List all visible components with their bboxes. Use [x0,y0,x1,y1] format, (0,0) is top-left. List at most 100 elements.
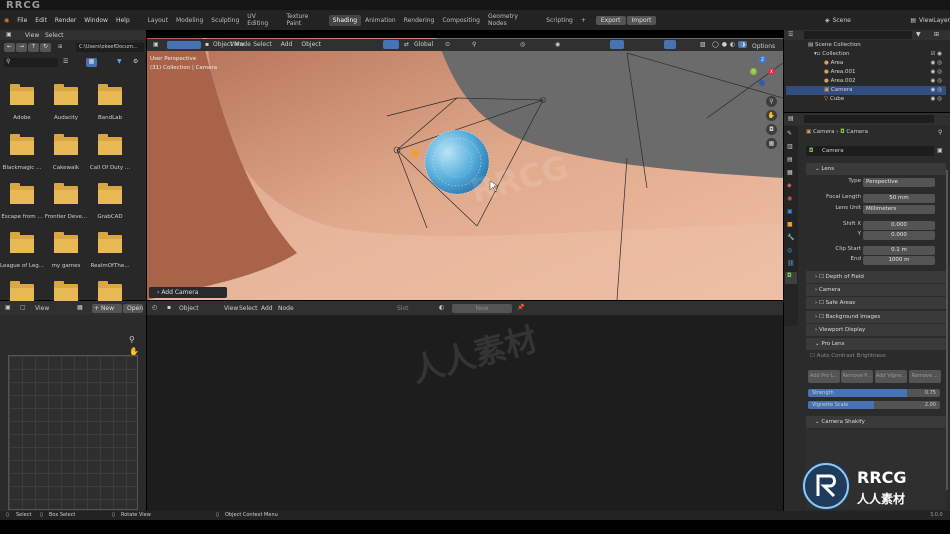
tool-tab-icon[interactable]: ✎ [787,130,792,137]
add-pro-lens-button[interactable]: Add Pro L... [808,370,840,383]
folder-item[interactable]: my games [44,232,88,279]
viewport-options-button[interactable]: Options [752,43,775,50]
world-tab-icon[interactable]: ◉ [787,195,792,202]
outliner-row[interactable]: ▾▫ Collection ☑ ◉ [800,50,946,59]
folder-item[interactable]: League of Leg... [0,232,44,279]
folder-item[interactable]: Blackmagic ... [0,134,44,181]
viewport-editor-icon[interactable]: ▣ [153,41,159,48]
perspective-toggle-icon[interactable]: ▦ [766,138,777,149]
vp-select-menu[interactable]: Select [253,41,272,48]
last-operator-panel[interactable]: › Add Camera [149,287,227,298]
folder-item[interactable]: Escape from ... [0,183,44,230]
folder-item[interactable]: Audacity [44,84,88,131]
visibility-eye-icon[interactable]: ◉ ◎ [931,68,942,77]
camera-datablock-field[interactable]: ◘ Camera [806,146,934,156]
outliner-row[interactable]: ● Area.001 ◉ ◎ [800,68,946,77]
select-mode-buttons[interactable] [167,41,201,49]
orientation-icon[interactable] [383,40,399,49]
collection-tab-icon[interactable]: ▣ [787,208,793,215]
rendered-shading-icon[interactable]: ◑ [738,41,748,48]
visibility-eye-icon[interactable]: ☑ ◉ [931,50,942,59]
folder-item[interactable]: BandLab [88,84,132,131]
ne-view-menu[interactable]: View [224,305,238,312]
new-collection-icon[interactable]: ⊞ [934,31,939,38]
type-dropdown[interactable]: Perspective [863,178,935,187]
tab-animation[interactable]: Animation [361,15,400,26]
remove-pro-lens-button[interactable]: Remove P... [841,370,873,383]
panel-pro-lens[interactable]: ⌄ Pro Lens [806,338,946,350]
remove-vignette-button[interactable]: Remove ... [909,370,941,383]
filter-icon[interactable]: ▼ [117,58,122,65]
wireframe-shading-icon[interactable]: ◯ [712,41,719,48]
physics-tab-icon[interactable]: ◎ [787,247,792,254]
pivot-icon[interactable]: ⊙ [445,41,450,48]
view-layer-name[interactable]: ViewLayer [919,17,950,24]
folder-item[interactable]: Cakewalk [44,134,88,181]
material-new-button[interactable]: New [452,304,512,313]
panel-lens[interactable]: ⌄ Lens [806,163,946,175]
scene-tab-icon[interactable]: ◆ [787,182,792,189]
properties-type-icon[interactable]: ▤ [788,115,794,122]
pin-icon[interactable]: 📌 [517,304,524,311]
image-editor-type-icon[interactable]: ▣ [5,304,11,311]
unlink-icon[interactable]: ▣ [937,147,943,154]
panel-viewport-display[interactable]: › Viewport Display [806,324,946,336]
xray-icon[interactable]: ▧ [700,41,706,48]
auto-contrast-checkbox[interactable]: ☐ Auto Contrast Brightness [810,353,886,359]
strength-slider[interactable]: Strength 0.75 [808,389,940,397]
import-button[interactable]: Import [626,15,657,25]
outliner-search-field[interactable] [804,31,912,39]
shader-type-dropdown[interactable]: Object [179,305,199,312]
outliner-type-icon[interactable]: ☰ [788,31,793,38]
navigation-gizmo[interactable]: Z Y X [747,56,779,90]
search-field[interactable]: ⚲ [4,58,58,67]
scene-name[interactable]: Scene [833,17,851,24]
menu-edit[interactable]: Edit [31,17,51,24]
ne-node-menu[interactable]: Node [278,305,294,312]
view-layer-tab-icon[interactable]: ▦ [787,169,793,176]
tab-scripting[interactable]: Scripting [542,15,577,26]
transform-dropdown[interactable]: Global [414,41,433,48]
properties-search-field[interactable] [804,115,934,123]
render-tab-icon[interactable]: ▥ [787,143,793,150]
material-browse-icon[interactable]: ◐ [439,304,444,311]
vp-view-menu[interactable]: View [230,41,244,48]
camera-data-tab-icon[interactable]: ◘ [785,272,797,284]
path-field[interactable]: C:\Users\okeefDocum... [76,43,144,52]
fb-select-menu[interactable]: Select [45,32,64,39]
properties-scrollbar[interactable] [946,170,948,490]
lens-unit-dropdown[interactable]: Millimeters [863,205,935,214]
overlay-toggle-icon[interactable] [664,40,676,49]
axis-neg-z-icon[interactable] [759,80,765,86]
breadcrumb-object[interactable]: Camera [813,129,835,135]
outliner-row[interactable]: ● Area.002 ◉ ◎ [800,77,946,86]
axis-z-icon[interactable]: Z [759,56,766,63]
snap-icon[interactable]: ⚲ [472,41,476,48]
modifier-tab-icon[interactable]: 🔧 [787,234,794,241]
zoom-icon[interactable]: ⚲ [129,335,135,344]
clip-end-field[interactable]: 1000 m [863,256,935,265]
image-open-button[interactable]: Open [123,304,143,313]
tab-uv-editing[interactable]: UV Editing [243,11,282,29]
shift-x-field[interactable]: 0.000 [863,221,935,230]
add-vignette-button[interactable]: Add Vigne... [875,370,907,383]
outliner-row[interactable]: ● Area ◉ ◎ [800,59,946,68]
folder-item[interactable]: GrabCAD [88,183,132,230]
image-new-button[interactable]: + New [92,304,122,313]
tab-rendering[interactable]: Rendering [400,15,439,26]
menu-render[interactable]: Render [51,17,80,24]
folder-item[interactable]: Call Of Duty ... [88,134,132,181]
clip-start-field[interactable]: 0.1 m [863,246,935,255]
tab-modeling[interactable]: Modeling [172,15,207,26]
tab-layout[interactable]: Layout [144,15,172,26]
gizmo-toggle-icon[interactable] [610,40,624,49]
panel-camera-shakify[interactable]: ⌄ Camera Shakify [806,416,946,428]
material-shading-icon[interactable]: ◐ [730,41,735,48]
fb-view-menu[interactable]: View [25,32,39,39]
parent-dir-icon[interactable]: ↑ [28,43,39,52]
visibility-eye-icon[interactable]: ◉ ◎ [931,95,942,104]
axis-x-icon[interactable]: X [768,68,775,75]
outliner-row[interactable]: ▽ Cube ◉ ◎ [800,95,946,104]
visibility-eye-icon[interactable]: ◉ ◎ [931,86,942,95]
pan-hand-icon[interactable]: ✋ [766,110,777,121]
